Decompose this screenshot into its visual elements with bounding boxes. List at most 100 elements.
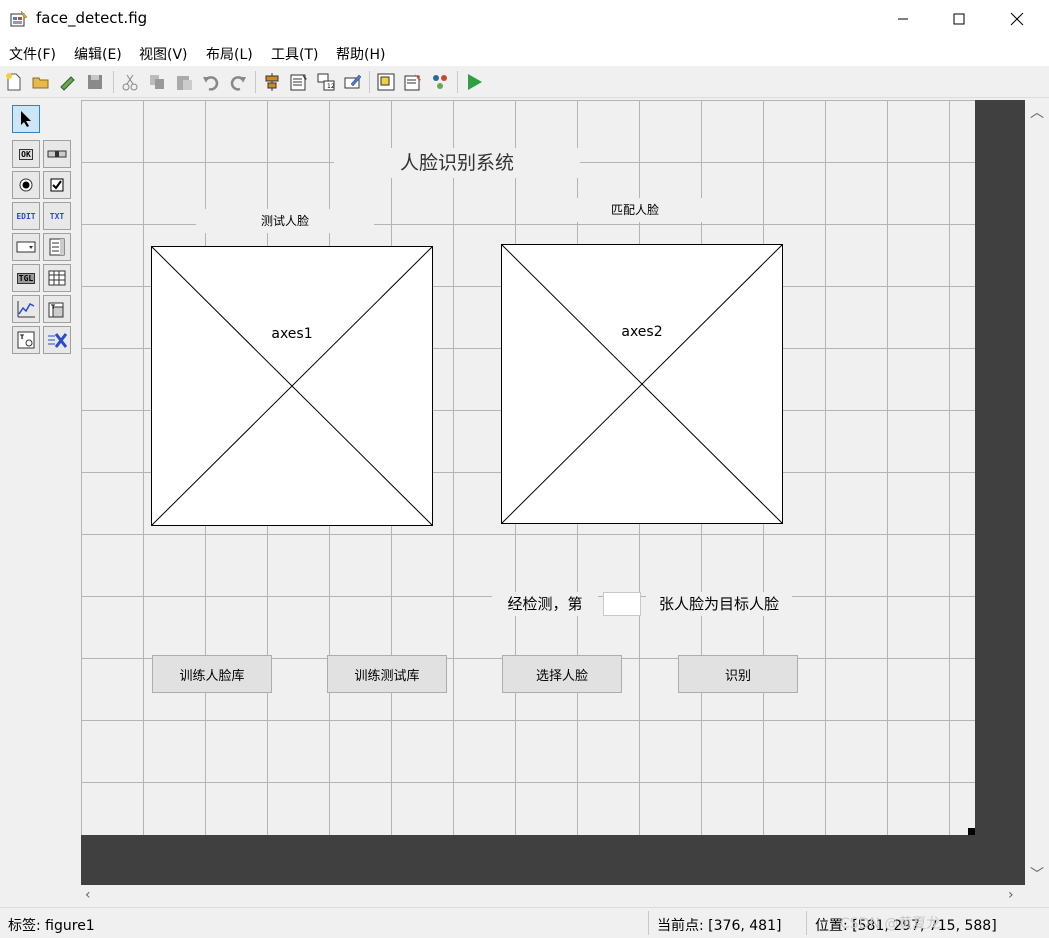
train-face-db-button[interactable]: 训练人脸库: [152, 655, 272, 693]
paste-icon[interactable]: [174, 72, 194, 92]
toolbar-separator: [457, 71, 458, 93]
status-separator: [648, 911, 649, 935]
select-face-button[interactable]: 选择人脸: [502, 655, 622, 693]
axes-placeholder-cross: [502, 245, 782, 523]
edit-text-tool[interactable]: EDIT: [12, 202, 40, 230]
activex-control-tool[interactable]: [43, 326, 71, 354]
guide-app-icon: [10, 10, 28, 27]
save-icon[interactable]: [85, 72, 105, 92]
edit-text-icon: EDIT: [16, 211, 36, 221]
new-file-icon[interactable]: [4, 72, 24, 92]
push-button-tool[interactable]: OK: [12, 140, 40, 168]
axes-placeholder-cross: [152, 247, 432, 525]
popup-menu-tool[interactable]: [12, 233, 40, 261]
slider-icon: [47, 150, 67, 158]
radio-button-tool[interactable]: [12, 171, 40, 199]
static-text-tool[interactable]: TXT: [43, 202, 71, 230]
horizontal-scrollbar[interactable]: ‹ ›: [81, 885, 1025, 907]
activex-icon: [48, 333, 67, 348]
title-bar: face_detect.fig: [0, 0, 1049, 38]
menu-edit[interactable]: 编辑(E): [74, 44, 122, 64]
vertical-scrollbar[interactable]: ︿ ﹀: [1025, 100, 1049, 885]
toolbar-separator: [255, 71, 256, 93]
redo-icon[interactable]: [228, 72, 248, 92]
tab-order-editor-icon[interactable]: 12: [316, 72, 336, 92]
window-title: face_detect.fig: [36, 9, 148, 27]
panel-icon: T: [48, 302, 64, 318]
object-browser-icon[interactable]: [430, 72, 450, 92]
scroll-up-icon[interactable]: ︿: [1030, 102, 1044, 122]
canvas-outside-area: [975, 100, 1025, 835]
title-static-text[interactable]: 人脸识别系统: [334, 148, 580, 178]
menu-editor-icon[interactable]: [289, 72, 309, 92]
maximize-icon: [953, 13, 965, 25]
canvas-outside-area: [81, 835, 1025, 885]
menu-layout[interactable]: 布局(L): [206, 44, 253, 64]
status-separator: [806, 911, 807, 935]
axes-plot-icon: [17, 301, 35, 318]
train-test-db-button[interactable]: 训练测试库: [327, 655, 447, 693]
push-button-icon: OK: [19, 148, 33, 160]
status-tag: 标签: figure1: [8, 918, 95, 934]
result-edit-field[interactable]: [603, 592, 641, 616]
axes2-label: axes2: [621, 324, 663, 340]
cut-icon[interactable]: [120, 72, 140, 92]
menu-bar: 文件(F) 编辑(E) 视图(V) 布局(L) 工具(T) 帮助(H): [0, 38, 1049, 66]
watermark: CSDN @黄夏龙: [840, 916, 941, 932]
editor-icon[interactable]: [376, 72, 396, 92]
undo-icon[interactable]: [201, 72, 221, 92]
menu-tools[interactable]: 工具(T): [271, 44, 318, 64]
checkbox-icon: [50, 178, 64, 192]
minimize-button[interactable]: [880, 0, 926, 38]
axes1-label: axes1: [271, 326, 313, 342]
property-inspector-icon[interactable]: [403, 72, 423, 92]
panel-tool[interactable]: T: [43, 295, 71, 323]
select-tool[interactable]: [12, 105, 40, 133]
axes2[interactable]: axes2: [501, 244, 783, 524]
static-text-icon: TXT: [49, 211, 65, 221]
figure-resize-handle[interactable]: [968, 828, 975, 835]
axes-tool[interactable]: [12, 295, 40, 323]
popup-menu-icon: [16, 241, 36, 253]
close-button[interactable]: [994, 0, 1040, 38]
scroll-right-icon[interactable]: ›: [1008, 887, 1014, 903]
menu-help[interactable]: 帮助(H): [336, 44, 385, 64]
menu-file[interactable]: 文件(F): [9, 44, 56, 64]
listbox-icon: [49, 238, 65, 256]
edit-pen-icon[interactable]: [58, 72, 78, 92]
toggle-button-icon: TGL: [16, 272, 36, 284]
toolbar-separator: [369, 71, 370, 93]
close-icon: [1010, 12, 1024, 26]
align-objects-icon[interactable]: [262, 72, 282, 92]
table-icon: [48, 270, 66, 286]
run-figure-icon[interactable]: [464, 72, 484, 92]
radio-button-icon: [19, 178, 33, 192]
maximize-button[interactable]: [936, 0, 982, 38]
test-face-label[interactable]: 测试人脸: [196, 209, 374, 233]
button-group-icon: T: [17, 331, 35, 349]
scroll-down-icon[interactable]: ﹀: [1030, 864, 1044, 884]
svg-text:12: 12: [327, 83, 335, 90]
checkbox-tool[interactable]: [43, 171, 71, 199]
open-folder-icon[interactable]: [31, 72, 51, 92]
listbox-tool[interactable]: [43, 233, 71, 261]
match-face-label[interactable]: 匹配人脸: [568, 198, 702, 222]
component-palette: OK EDIT TXT TGL T T: [0, 98, 78, 910]
menu-view[interactable]: 视图(V): [139, 44, 188, 64]
toolbar-editor-icon[interactable]: [343, 72, 363, 92]
recognize-button[interactable]: 识别: [678, 655, 798, 693]
copy-icon[interactable]: [147, 72, 167, 92]
axes1[interactable]: axes1: [151, 246, 433, 526]
minimize-icon: [898, 18, 908, 20]
scroll-left-icon[interactable]: ‹: [85, 887, 91, 903]
toolbar-separator: [113, 71, 114, 93]
toggle-button-tool[interactable]: TGL: [12, 264, 40, 292]
slider-tool[interactable]: [43, 140, 71, 168]
table-tool[interactable]: [43, 264, 71, 292]
result-prefix-text[interactable]: 经检测，第: [492, 592, 598, 616]
status-current-point: 当前点: [376, 481]: [657, 918, 782, 934]
button-group-tool[interactable]: T: [12, 326, 40, 354]
result-suffix-text[interactable]: 张人脸为目标人脸: [646, 592, 792, 616]
toolbar: 12: [0, 66, 1049, 98]
arrow-cursor-icon: [21, 111, 31, 127]
